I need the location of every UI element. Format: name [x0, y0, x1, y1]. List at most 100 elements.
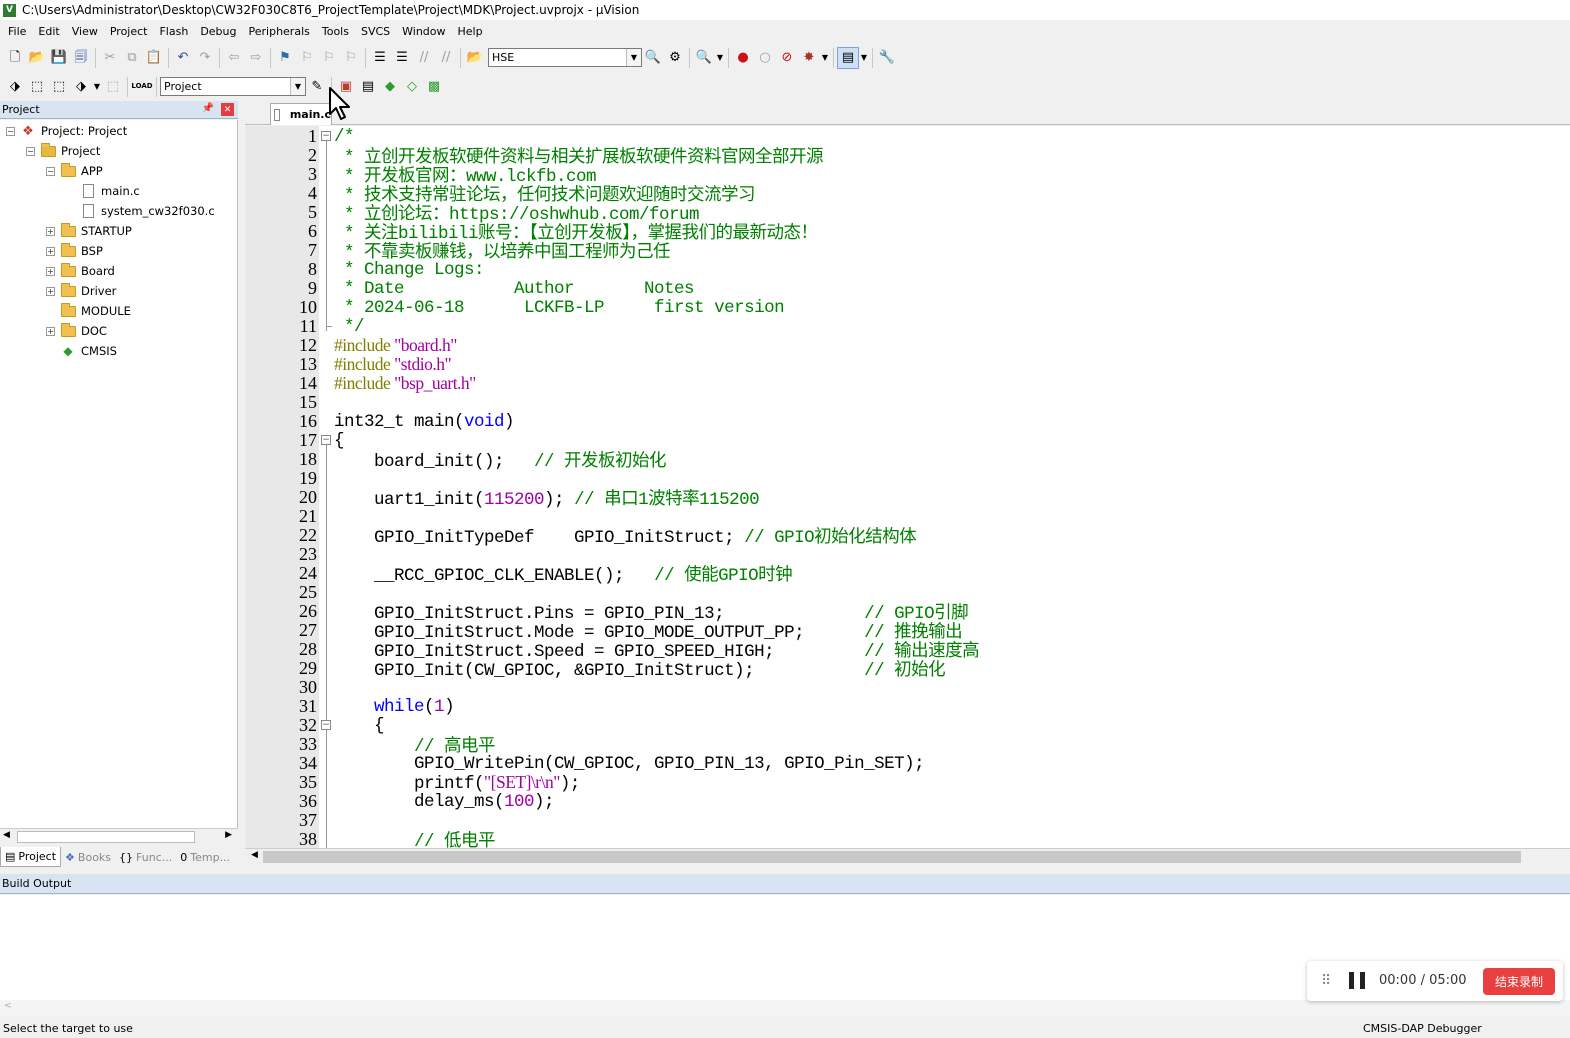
code-line[interactable]: 38 // 低电平 [245, 829, 1570, 848]
collapse-icon[interactable]: − [26, 146, 35, 156]
expand-icon[interactable]: + [46, 286, 55, 296]
build-icon[interactable]: ⬚ [26, 76, 48, 98]
code-line[interactable]: 22 GPIO_InitTypeDef GPIO_InitStruct; // … [245, 525, 1570, 548]
find-icon[interactable]: 🔍 [642, 47, 664, 69]
chevron-down-icon[interactable]: ▼ [92, 76, 102, 98]
code-line[interactable]: 16 int32_t main(void) [245, 411, 1570, 432]
menu-svcs[interactable]: SVCS [355, 22, 396, 42]
tree-node-board[interactable]: + Board [46, 261, 115, 281]
wrench-icon[interactable]: 🔧 [876, 47, 898, 69]
stop-build-icon[interactable]: ⬚ [102, 76, 124, 98]
find-in-files-icon[interactable]: 📂 [464, 47, 486, 69]
incremental-find-icon[interactable]: ⚙ [664, 47, 686, 69]
download-icon[interactable]: LOAD [131, 76, 153, 98]
tree-node-module[interactable]: MODULE [46, 301, 131, 321]
expand-icon[interactable]: + [46, 246, 55, 256]
tree-node-cmsis[interactable]: ◆ CMSIS [46, 341, 117, 361]
menu-file[interactable]: File [2, 22, 32, 42]
copy-icon[interactable]: ⧉ [121, 47, 143, 69]
translate-icon[interactable]: ⬗ [4, 76, 26, 98]
save-all-icon[interactable]: 🗐 [70, 47, 92, 69]
code-line[interactable]: 34 GPIO_WritePin(CW_GPIOC, GPIO_PIN_13, … [245, 753, 1570, 774]
chevron-down-icon[interactable]: ▼ [290, 78, 305, 95]
code-line[interactable]: 8 * Change Logs: [245, 259, 1570, 280]
unindent-icon[interactable]: ☰ [391, 47, 413, 69]
find-combo[interactable]: HSE ▼ [488, 48, 642, 67]
scrollbar-thumb[interactable] [17, 831, 195, 843]
tree-node-target[interactable]: − Project [26, 141, 100, 161]
tab-project[interactable]: ▤ Project [0, 847, 62, 867]
code-line[interactable]: 13 #include "stdio.h" [245, 354, 1570, 375]
collapse-icon[interactable]: − [46, 166, 55, 176]
navigate-forward-icon[interactable]: ⇨ [245, 47, 267, 69]
window-layout-icon[interactable]: ▤ [837, 46, 859, 69]
pin-icon[interactable]: 📌 [202, 103, 214, 114]
tab-books[interactable]: ❖ Books [61, 847, 115, 867]
chevron-down-icon[interactable]: ▼ [626, 49, 641, 66]
tab-main-c[interactable]: main.c [270, 103, 332, 125]
tab-templates[interactable]: 0 Temp... [176, 847, 234, 867]
pause-icon[interactable] [1349, 972, 1365, 989]
code-line[interactable]: 11 */ [245, 316, 1570, 337]
code-line[interactable]: 14 #include "bsp_uart.h" [245, 373, 1570, 394]
new-file-icon[interactable]: 🗋 [4, 47, 26, 69]
tree-node-startup[interactable]: + STARTUP [46, 221, 132, 241]
scrollbar-thumb[interactable] [263, 851, 1521, 863]
code-line[interactable]: 31 while(1) [245, 696, 1570, 717]
stop-recording-button[interactable]: 结束录制 [1483, 968, 1555, 995]
code-line[interactable]: 20 uart1_init(115200); // 串口1波特率115200 [245, 487, 1570, 510]
cut-icon[interactable]: ✂ [99, 47, 121, 69]
disable-breakpoint-icon[interactable]: ○ [754, 47, 776, 69]
select-packs-icon[interactable]: ◇ [401, 76, 423, 98]
fold-collapse-icon[interactable]: − [321, 131, 331, 141]
debug-session-icon[interactable]: 🔍 [693, 47, 715, 69]
project-tree-scrollbar[interactable]: ◀ ▶ [0, 828, 238, 845]
tree-node-system-c[interactable]: system_cw32f030.c [66, 201, 215, 221]
undo-icon[interactable]: ↶ [172, 47, 194, 69]
code-line[interactable]: 36 delay_ms(100); [245, 791, 1570, 812]
configure-icon[interactable]: ✸ [798, 47, 820, 69]
menu-help[interactable]: Help [452, 22, 489, 42]
target-select[interactable]: Project ▼ [160, 77, 306, 96]
menu-peripherals[interactable]: Peripherals [243, 22, 316, 42]
menu-view[interactable]: View [66, 22, 104, 42]
navigate-back-icon[interactable]: ⇦ [223, 47, 245, 69]
code-line[interactable]: 10 * 2024-06-18 LCKFB-LP first version [245, 297, 1570, 318]
tree-node-doc[interactable]: + DOC [46, 321, 107, 341]
code-line[interactable]: 33 // 高电平 [245, 734, 1570, 757]
code-line[interactable]: 15 [245, 392, 1570, 412]
scroll-left-icon[interactable]: < [4, 1001, 12, 1011]
chevron-down-icon[interactable]: ▼ [715, 47, 725, 69]
next-bookmark-icon[interactable]: ⚐ [318, 47, 340, 69]
save-icon[interactable]: 💾 [48, 47, 70, 69]
code-line[interactable]: 29 GPIO_Init(CW_GPIOC, &GPIO_InitStruct)… [245, 658, 1570, 681]
expand-icon[interactable]: + [46, 326, 55, 336]
redo-icon[interactable]: ↷ [194, 47, 216, 69]
rebuild-icon[interactable]: ⬚ [48, 76, 70, 98]
clear-bookmarks-icon[interactable]: ⚐ [340, 47, 362, 69]
tree-node-app[interactable]: − APP [46, 161, 103, 181]
tree-node-root[interactable]: − ❖ Project: Project [6, 121, 127, 141]
code-line[interactable]: 24 __RCC_GPIOC_CLK_ENABLE(); // 使能GPIO时钟 [245, 563, 1570, 586]
menu-flash[interactable]: Flash [153, 22, 194, 42]
code-line[interactable]: 35 printf("[SET]\r\n"); [245, 772, 1570, 794]
editor-scrollbar[interactable]: ◀ [245, 848, 1570, 865]
batch-build-icon[interactable]: ⬗ [70, 76, 92, 98]
tab-functions[interactable]: {} Func... [115, 847, 176, 867]
code-line[interactable]: 18 board_init(); // 开发板初始化 [245, 449, 1570, 472]
bookmark-icon[interactable]: ⚑ [274, 47, 296, 69]
menu-project[interactable]: Project [104, 22, 154, 42]
paste-icon[interactable]: 📋 [143, 47, 165, 69]
manage-packs-icon[interactable]: ◆ [379, 76, 401, 98]
open-file-icon[interactable]: 📂 [26, 47, 48, 69]
code-line[interactable]: 30 [245, 677, 1570, 697]
expand-icon[interactable]: + [46, 266, 55, 276]
tree-node-main-c[interactable]: main.c [66, 181, 140, 201]
menu-edit[interactable]: Edit [32, 22, 65, 42]
code-line[interactable]: 12 #include "board.h" [245, 335, 1570, 356]
code-editor[interactable]: 1−/* 2 * 立创开发板软硬件资料与相关扩展板软硬件资料官网全部开源 3 * 开… [245, 126, 1570, 848]
target-options-icon[interactable]: ✎ [306, 76, 328, 98]
build-output-scrollbar[interactable]: < [0, 1000, 1570, 1016]
kill-breakpoints-icon[interactable]: ⊘ [776, 47, 798, 69]
menu-window[interactable]: Window [396, 22, 451, 42]
